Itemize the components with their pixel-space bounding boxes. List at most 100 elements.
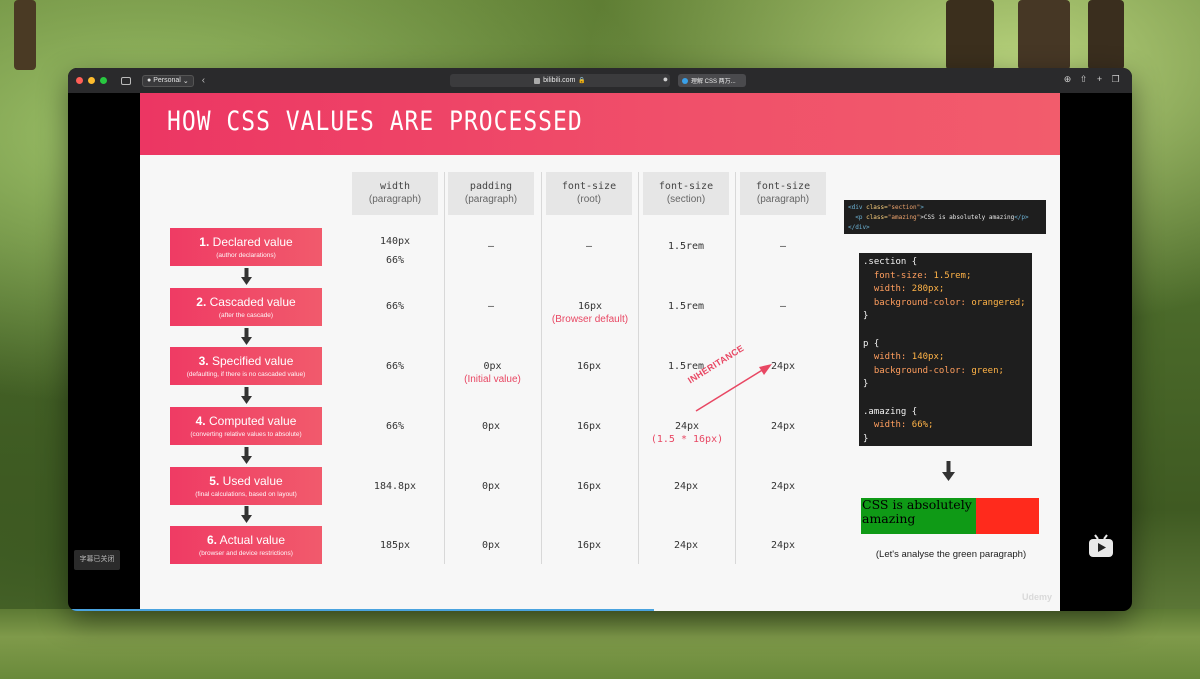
css-brace: } [863, 433, 869, 444]
code-token: > [920, 204, 924, 211]
css-value: 280px; [911, 284, 945, 295]
video-progress-bar[interactable] [68, 609, 654, 611]
bilibili-logo-icon[interactable] [1088, 534, 1114, 558]
column-subtitle: (section) [666, 194, 706, 205]
close-window-button[interactable] [76, 77, 83, 84]
tab-bilibili[interactable]: 理解 CSS 两万... [678, 74, 746, 87]
value-cell: 16px [546, 481, 632, 492]
value-cell: 24px [740, 481, 826, 492]
demo-caption: (Let's analyse the green paragraph) [875, 549, 1027, 560]
browser-window: ● Personal ⌄ ‹ bilibili.com 🔒 ● 理解 CSS 两… [68, 68, 1132, 611]
value-cell: 24px [643, 481, 729, 492]
column-subtitle: (paragraph) [464, 194, 518, 205]
value-text: 66% [385, 421, 405, 432]
code-token: <p [848, 214, 863, 221]
value-text: — [487, 241, 495, 252]
value-cell: 16px [546, 540, 632, 551]
more-options-icon[interactable]: ● [660, 74, 671, 85]
value-cell: — [448, 241, 534, 252]
value-text: 0px [483, 361, 502, 372]
slide-header: HOW CSS VALUES ARE PROCESSED [140, 93, 1060, 155]
tab-overview-icon[interactable]: ❐ [1110, 74, 1121, 85]
value-text: 16px [576, 540, 602, 551]
value-note: (Browser default) [551, 314, 629, 325]
column-title: font-size [755, 181, 811, 192]
html-code-snippet: <div class="section"> <p class="amazing"… [844, 200, 1046, 234]
column-title: padding [469, 181, 513, 192]
down-arrow-icon [241, 447, 252, 464]
css-property: width: [873, 420, 907, 431]
code-token: >CSS is absolutely amazing [920, 214, 1015, 221]
profile-button[interactable]: ● Personal ⌄ [142, 74, 194, 87]
column-title: font-size [561, 181, 617, 192]
lecture-slide: HOW CSS VALUES ARE PROCESSED width (para… [140, 93, 1060, 611]
subtitle-toggle-button[interactable]: 字幕已关闭 [74, 550, 120, 570]
value-cell: 140px 66% [352, 232, 438, 270]
column-title: font-size [658, 181, 714, 192]
value-cell: 24px [643, 540, 729, 551]
slide-title: HOW CSS VALUES ARE PROCESSED [167, 107, 583, 137]
step-actual: 6. Actual value (browser and device rest… [170, 526, 322, 564]
tree-trunk [14, 0, 36, 70]
value-text: 16px [576, 361, 602, 372]
css-brace: } [863, 311, 869, 322]
tab-favicon-icon [682, 77, 688, 84]
value-cell: 0px [448, 481, 534, 492]
css-property: width: [873, 352, 907, 363]
tree-trunk [1018, 0, 1070, 70]
step-name: Used value [222, 474, 283, 488]
css-property: width: [873, 284, 907, 295]
value-cell: — [740, 301, 826, 312]
value-text: — [487, 301, 495, 312]
value-text: — [585, 241, 593, 252]
address-bar[interactable]: bilibili.com 🔒 [450, 74, 670, 87]
value-text: 24px [770, 421, 796, 432]
css-value: 140px; [911, 352, 945, 363]
sidebar-toggle-icon[interactable] [121, 76, 131, 85]
column-header: font-size (paragraph) [740, 172, 826, 215]
value-cell: 1.5rem [643, 301, 729, 312]
tree-trunk [946, 0, 994, 70]
step-number: 2. [196, 295, 207, 309]
value-text: 0px [481, 421, 501, 432]
value-text: — [779, 301, 787, 312]
tree-trunk [1088, 0, 1124, 70]
column-divider [541, 172, 542, 564]
step-used: 5. Used value (final calculations, based… [170, 467, 322, 505]
value-text: 16px [577, 301, 603, 312]
person-icon: ● [147, 77, 152, 84]
url-text: bilibili.com [543, 77, 576, 84]
value-cell: 24px [740, 421, 826, 432]
green-paragraph: CSS is absolutely amazing [861, 498, 976, 534]
css-value: green; [971, 365, 1004, 376]
share-icon[interactable]: ⇧ [1078, 74, 1089, 85]
code-token: class= [862, 214, 888, 221]
value-text: 140px [379, 236, 411, 247]
css-property: background-color: [873, 365, 966, 376]
step-specified: 3. Specified value (defaulting, if there… [170, 347, 322, 385]
code-token: "amazing" [887, 214, 921, 221]
value-text: 66% [385, 255, 405, 266]
minimize-window-button[interactable] [88, 77, 95, 84]
code-token: </p> [1014, 214, 1029, 221]
step-number: 1. [199, 235, 210, 249]
code-token: class= [862, 204, 888, 211]
css-property: font-size: [873, 270, 929, 281]
column-header: width (paragraph) [352, 172, 438, 215]
value-text: 16px [576, 421, 602, 432]
value-cell: — [448, 301, 534, 312]
browser-titlebar: ● Personal ⌄ ‹ bilibili.com 🔒 ● 理解 CSS 两… [68, 68, 1132, 93]
new-tab-icon[interactable]: + [1094, 74, 1105, 85]
column-divider [638, 172, 639, 564]
step-subtitle: (after the cascade) [218, 312, 274, 319]
value-text: 1.5rem [667, 241, 705, 252]
udemy-watermark: Udemy [1022, 592, 1053, 602]
value-cell: 24px [740, 540, 826, 551]
column-header: font-size (section) [643, 172, 729, 215]
download-icon[interactable]: ⊕ [1062, 74, 1073, 85]
code-token: </div> [848, 224, 870, 231]
back-icon[interactable]: ‹ [202, 75, 205, 86]
maximize-window-button[interactable] [100, 77, 107, 84]
chevron-down-icon: ⌄ [182, 77, 189, 85]
value-text: 0px [481, 481, 501, 492]
